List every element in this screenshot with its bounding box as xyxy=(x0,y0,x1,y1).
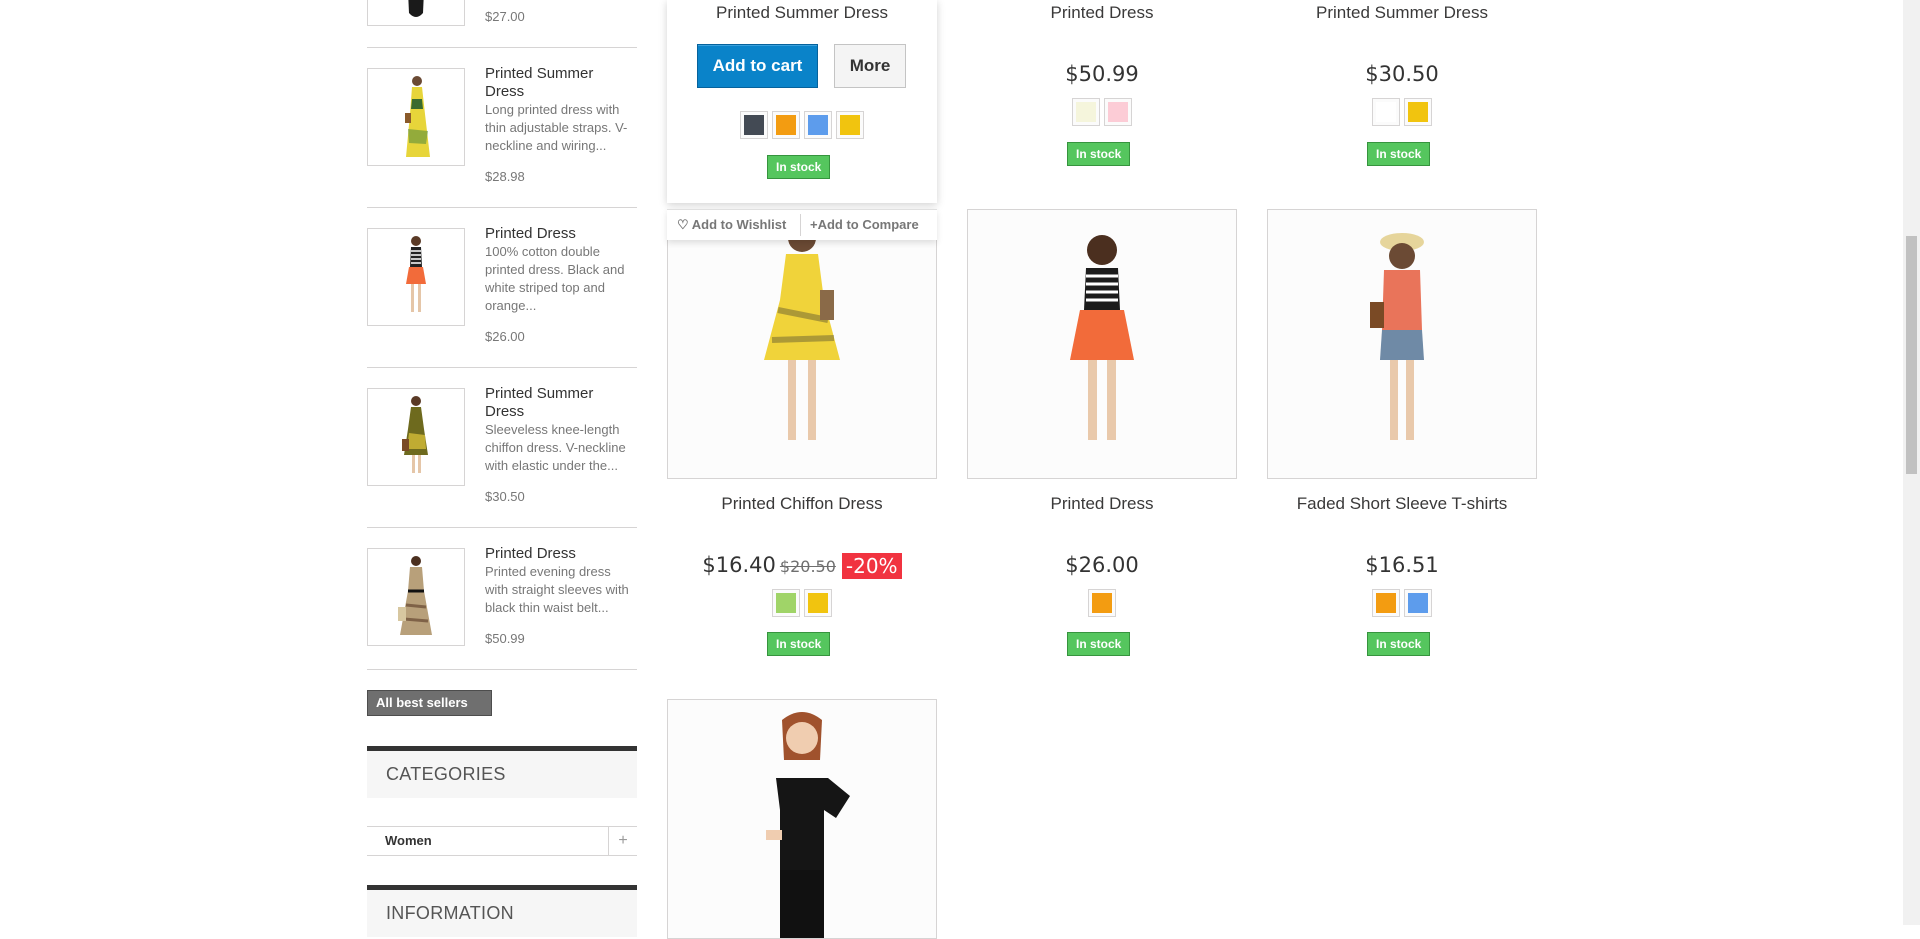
best-seller-name[interactable]: Printed Dress xyxy=(485,545,635,563)
best-seller-item: Printed Summer Dress Sleeveless knee-len… xyxy=(367,367,637,528)
chevron-right-icon: ❯ xyxy=(380,719,391,734)
best-seller-price: $26.00 xyxy=(485,329,525,344)
in-stock-badge: In stock xyxy=(767,155,831,179)
product-name[interactable]: Printed Summer Dress xyxy=(1267,3,1537,23)
color-swatch[interactable] xyxy=(1372,589,1400,617)
add-to-wishlist-link[interactable]: ♡ Add to Wishlist xyxy=(677,217,786,233)
category-item-women[interactable]: Women + xyxy=(367,826,637,856)
categories-title: Categories xyxy=(367,746,637,798)
product-price-block: $16.40 $20.50 -20% xyxy=(667,553,937,579)
product-name[interactable]: Printed Summer Dress xyxy=(667,3,937,23)
color-swatches xyxy=(667,111,937,139)
color-swatches xyxy=(1267,589,1537,617)
best-seller-item: Printed Dress 100% cotton double printed… xyxy=(367,207,637,368)
product-price: $30.50 xyxy=(1365,62,1439,86)
in-stock-badge: In stock xyxy=(1067,632,1131,656)
color-swatch[interactable] xyxy=(1404,98,1432,126)
in-stock-badge: In stock xyxy=(1067,142,1131,166)
product-image[interactable] xyxy=(667,699,937,939)
best-seller-description: 100% cotton double printed dress. Black … xyxy=(485,244,625,313)
color-swatches xyxy=(1267,98,1537,126)
category-label[interactable]: Women xyxy=(385,833,432,848)
color-swatch[interactable] xyxy=(1404,589,1432,617)
product-thumbnail[interactable] xyxy=(367,228,465,326)
color-swatch[interactable] xyxy=(772,111,800,139)
color-swatch[interactable] xyxy=(804,111,832,139)
product-image[interactable] xyxy=(967,209,1237,479)
old-price: $20.50 xyxy=(779,557,836,576)
color-swatch[interactable] xyxy=(1088,589,1116,617)
best-seller-price: $27.00 xyxy=(485,9,525,24)
product-thumbnail[interactable] xyxy=(367,388,465,486)
in-stock-badge: In stock xyxy=(1367,632,1431,656)
best-seller-price: $50.99 xyxy=(485,631,525,646)
plus-icon: + xyxy=(810,217,818,232)
heart-icon: ♡ xyxy=(677,217,689,232)
scrollbar-thumb[interactable] xyxy=(1906,236,1917,474)
color-swatches xyxy=(967,98,1237,126)
information-title: Information xyxy=(367,885,637,937)
color-swatch[interactable] xyxy=(740,111,768,139)
product-name[interactable]: Printed Chiffon Dress xyxy=(667,494,937,514)
wishlist-label: Add to Wishlist xyxy=(691,217,787,232)
in-stock-badge: In stock xyxy=(1367,142,1431,166)
all-best-sellers-button[interactable]: All best sellers ❯ xyxy=(367,690,492,734)
in-stock-badge: In stock xyxy=(767,632,831,656)
product-price: $26.00 xyxy=(1065,553,1139,577)
product-image[interactable] xyxy=(1267,209,1537,479)
color-swatch[interactable] xyxy=(836,111,864,139)
best-seller-description: Printed evening dress with straight slee… xyxy=(485,564,629,615)
color-swatch[interactable] xyxy=(1104,98,1132,126)
divider xyxy=(800,214,801,236)
product-price: $16.51 xyxy=(1365,553,1439,577)
add-to-cart-button[interactable]: Add to cart xyxy=(697,44,818,88)
best-seller-price: $28.98 xyxy=(485,169,525,184)
color-swatches xyxy=(667,589,937,617)
product-thumbnail[interactable] xyxy=(367,548,465,646)
more-button[interactable]: More xyxy=(834,44,906,88)
compare-label: Add to Compare xyxy=(817,217,919,232)
best-seller-name[interactable]: Printed Summer Dress xyxy=(485,65,635,101)
best-seller-item: Printed Dress Printed evening dress with… xyxy=(367,527,637,670)
expand-plus-icon[interactable]: + xyxy=(608,827,637,855)
best-seller-description: Sleeveless knee-length chiffon dress. V-… xyxy=(485,422,626,473)
product-name[interactable]: Faded Short Sleeve T-shirts xyxy=(1267,494,1537,514)
product-price: $50.99 xyxy=(1065,62,1139,86)
color-swatch[interactable] xyxy=(772,589,800,617)
product-name[interactable]: Printed Dress xyxy=(967,3,1237,23)
best-seller-item: $27.00 xyxy=(367,0,637,48)
all-best-sellers-label: All best sellers xyxy=(376,695,468,710)
best-seller-price: $30.50 xyxy=(485,489,525,504)
discount-badge: -20% xyxy=(841,553,902,579)
product-name[interactable]: Printed Dress xyxy=(967,494,1237,514)
product-thumbnail[interactable] xyxy=(367,68,465,166)
color-swatch[interactable] xyxy=(1072,98,1100,126)
best-seller-description: Long printed dress with thin adjustable … xyxy=(485,102,628,153)
product-image[interactable] xyxy=(667,209,937,479)
product-price: $16.40 xyxy=(702,553,776,577)
color-swatch[interactable] xyxy=(1372,98,1400,126)
product-thumbnail[interactable] xyxy=(367,0,465,26)
color-swatches xyxy=(967,589,1237,617)
product-functional-bar: ♡ Add to Wishlist +Add to Compare xyxy=(667,209,937,240)
best-seller-name[interactable]: Printed Summer Dress xyxy=(485,385,635,421)
best-seller-name[interactable]: Printed Dress xyxy=(485,225,635,243)
best-seller-item: Printed Summer Dress Long printed dress … xyxy=(367,47,637,208)
color-swatch[interactable] xyxy=(804,589,832,617)
add-to-compare-link[interactable]: +Add to Compare xyxy=(810,217,919,232)
